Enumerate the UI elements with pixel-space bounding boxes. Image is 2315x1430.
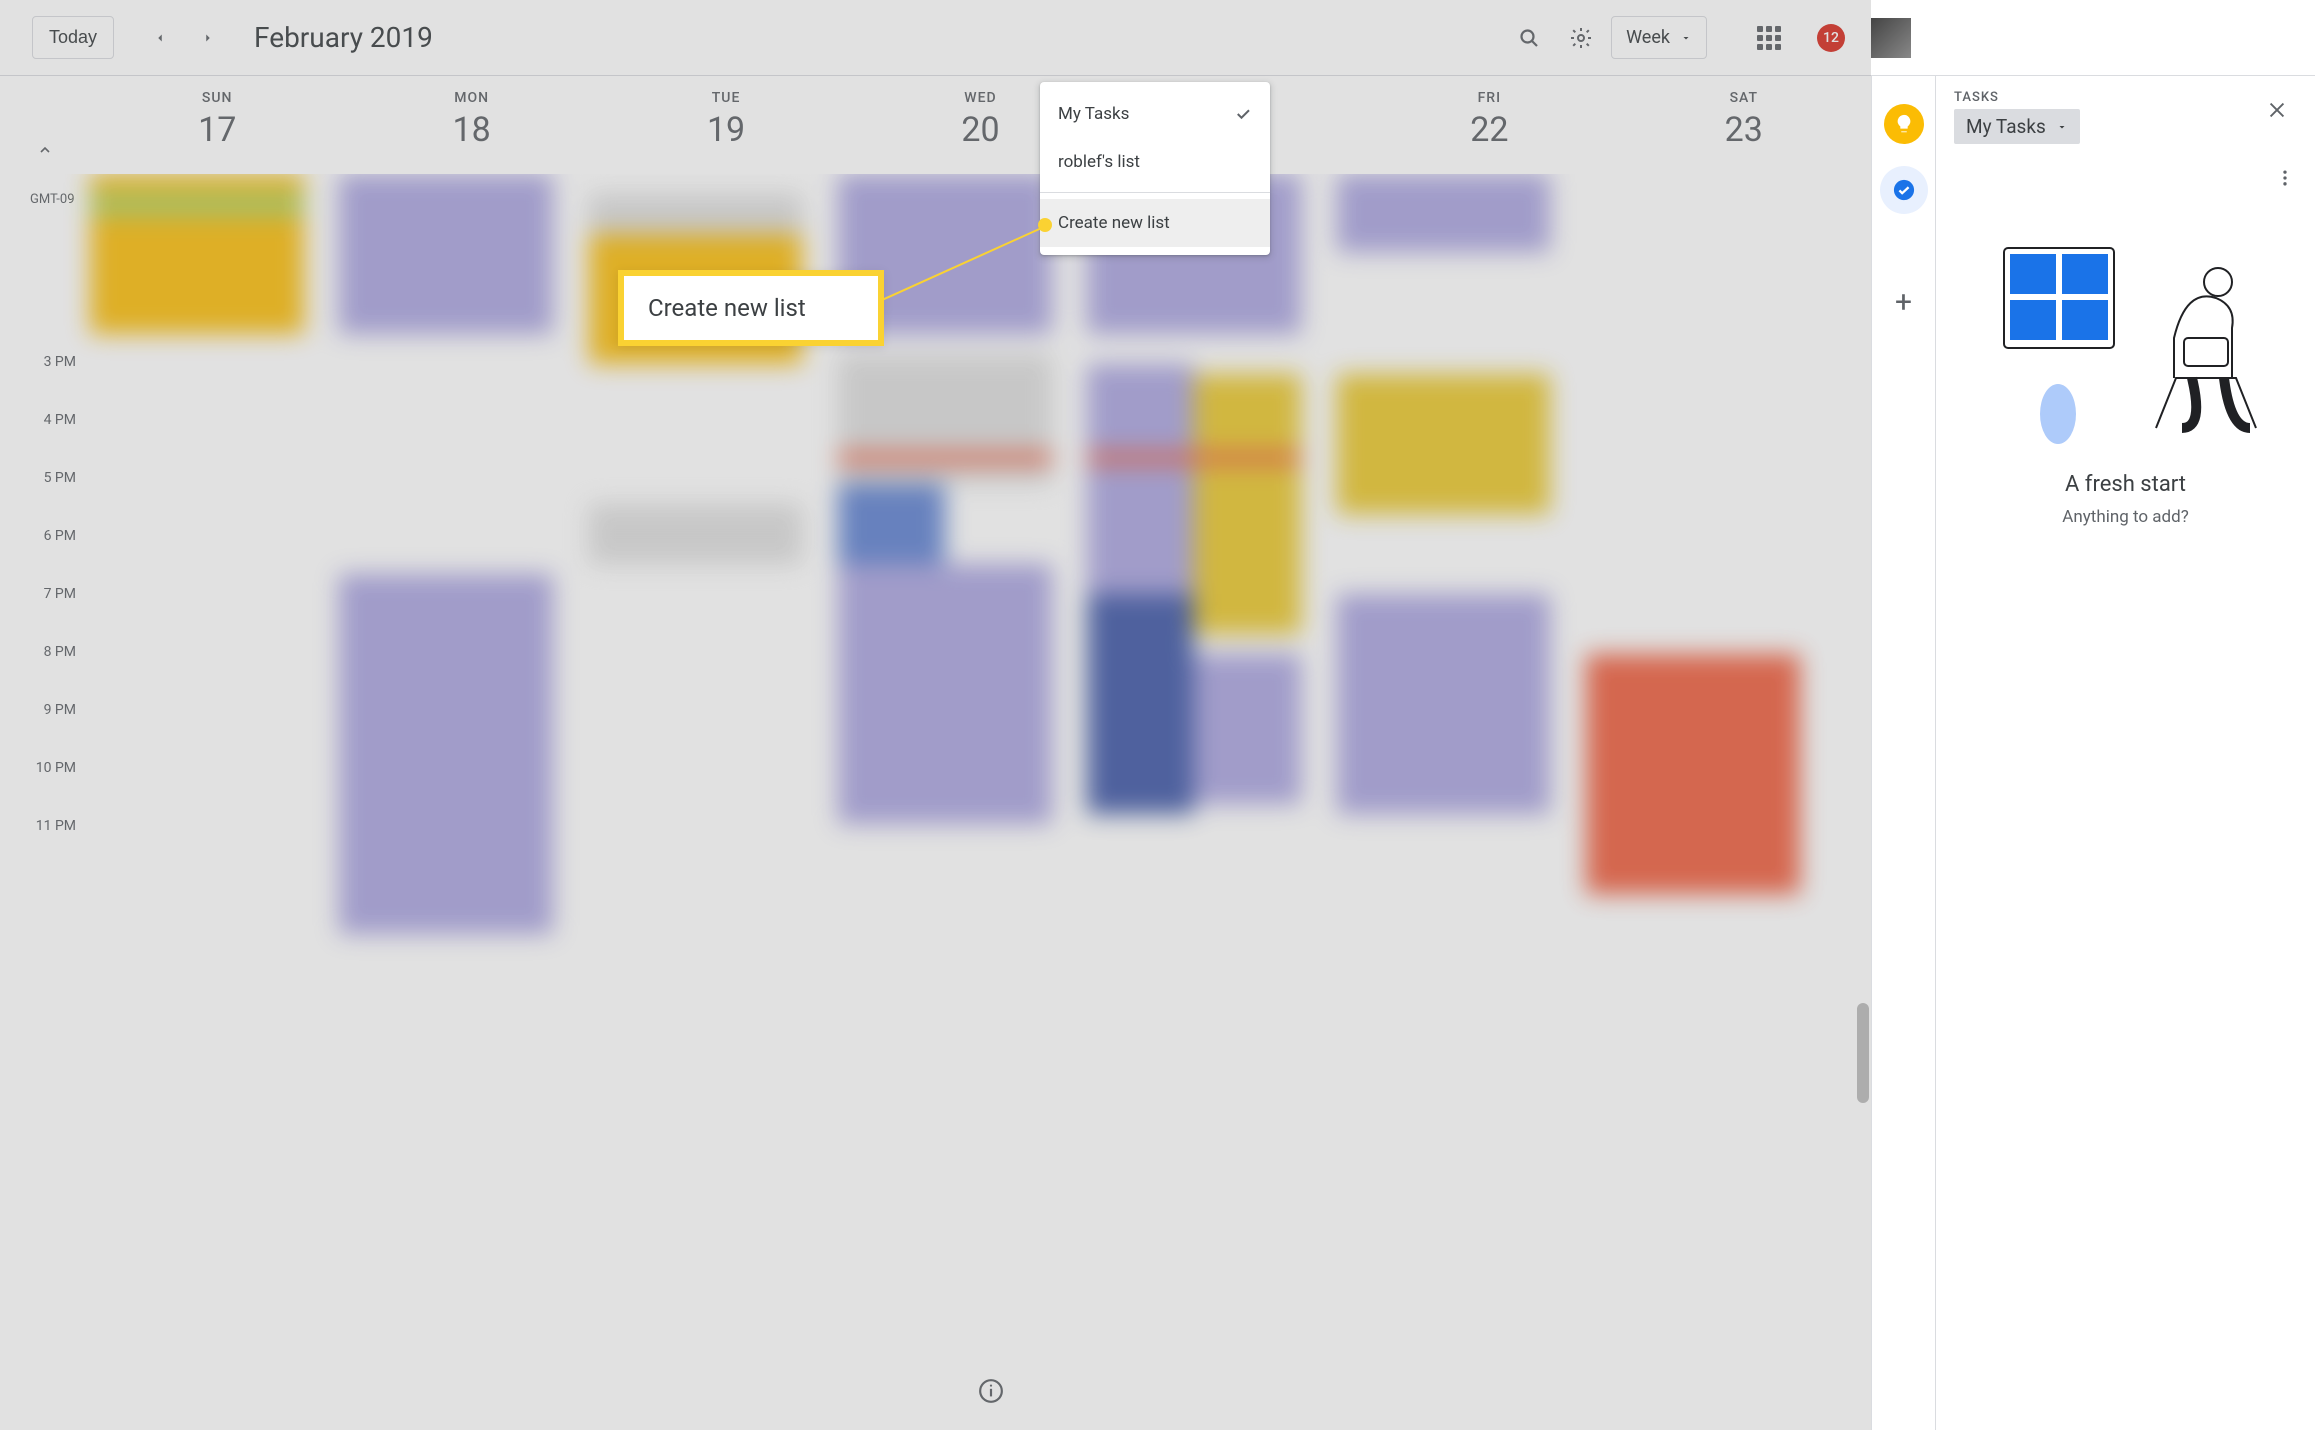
search-button[interactable] (1507, 16, 1551, 60)
hour-label: 11 PM (0, 818, 90, 834)
day-header: SUN17MON18TUE19WED20THU21FRI22SAT23 (0, 76, 1871, 174)
hour-label: 6 PM (0, 528, 90, 544)
annotation-dot (1038, 218, 1052, 232)
gear-icon (1569, 26, 1593, 50)
create-new-list-label: Create new list (1058, 213, 1170, 233)
caret-down-icon (1680, 32, 1692, 44)
chevron-left-icon (153, 31, 167, 45)
google-apps-button[interactable] (1747, 16, 1791, 60)
task-list-option-roblef[interactable]: roblef's list (1040, 138, 1270, 186)
tasks-empty-title: A fresh start (1936, 472, 2315, 497)
day-column-header[interactable]: FRI 22 (1362, 76, 1616, 174)
today-button[interactable]: Today (32, 16, 114, 59)
tasks-panel-label: TASKS (1954, 90, 2257, 105)
keep-app-button[interactable] (1884, 104, 1924, 144)
notifications-badge[interactable]: 12 (1817, 24, 1845, 52)
tasks-empty-subtitle: Anything to add? (1936, 507, 2315, 527)
close-tasks-button[interactable] (2257, 90, 2297, 130)
add-app-button[interactable]: + (1884, 282, 1924, 322)
tasks-more-button[interactable] (2267, 160, 2303, 196)
avatar[interactable] (1871, 18, 1911, 58)
task-list-option-mytasks[interactable]: My Tasks (1040, 90, 1270, 138)
close-icon (2266, 99, 2288, 121)
prev-week-button[interactable] (138, 16, 182, 60)
next-week-button[interactable] (186, 16, 230, 60)
collapse-allday-button[interactable] (23, 128, 67, 172)
plus-icon: + (1895, 285, 1912, 320)
tasks-selected-list: My Tasks (1966, 115, 2046, 138)
apps-grid-icon (1757, 26, 1781, 50)
day-number: 22 (1362, 110, 1616, 150)
day-of-week-label: SAT (1617, 90, 1871, 106)
day-number: 23 (1617, 110, 1871, 150)
tasks-list-dropdown[interactable]: My Tasks (1954, 109, 2080, 144)
search-icon (1517, 26, 1541, 50)
info-button[interactable] (974, 1374, 1008, 1408)
view-select-label: Week (1626, 27, 1670, 48)
timezone-label: GMT-09 (30, 192, 75, 207)
task-list-option-label: My Tasks (1058, 104, 1129, 124)
hour-label: 5 PM (0, 470, 90, 486)
settings-button[interactable] (1559, 16, 1603, 60)
tasks-empty-illustration (1986, 228, 2266, 448)
day-column-header[interactable]: SAT 23 (1617, 76, 1871, 174)
hour-label: 7 PM (0, 586, 90, 602)
day-column-header[interactable]: MON 18 (344, 76, 598, 174)
create-new-list-option[interactable]: Create new list (1040, 199, 1270, 247)
day-of-week-label: SUN (90, 90, 344, 106)
day-number: 18 (344, 110, 598, 150)
tasks-app-button[interactable] (1884, 170, 1924, 210)
day-number: 17 (90, 110, 344, 150)
dropdown-separator (1040, 192, 1270, 193)
day-column-header[interactable]: TUE 19 (599, 76, 853, 174)
tasks-icon (1893, 179, 1915, 201)
hour-label: 3 PM (0, 354, 90, 370)
hour-label: 8 PM (0, 644, 90, 660)
page-title: February 2019 (254, 21, 433, 54)
task-list-option-label: roblef's list (1058, 152, 1140, 172)
time-grid[interactable]: GMT-09 3 PM 4 PM 5 PM 6 PM 7 PM 8 PM 9 PM 10 PM… (0, 174, 1871, 1430)
day-of-week-label: TUE (599, 90, 853, 106)
chevron-right-icon (201, 31, 215, 45)
lightbulb-icon (1893, 113, 1915, 135)
day-of-week-label: FRI (1362, 90, 1616, 106)
day-column-header[interactable]: SUN 17 (90, 76, 344, 174)
blurred-events (90, 174, 1871, 1430)
hour-label: 4 PM (0, 412, 90, 428)
annotation-callout: Create new list (618, 270, 884, 346)
chevron-up-icon (37, 142, 53, 158)
day-number: 19 (599, 110, 853, 150)
scrollbar[interactable] (1857, 1003, 1869, 1103)
info-icon (978, 1378, 1004, 1404)
hour-label: 10 PM (0, 760, 90, 776)
view-select[interactable]: Week (1611, 16, 1707, 59)
checkmark-icon (1234, 105, 1252, 123)
day-of-week-label: MON (344, 90, 598, 106)
caret-down-icon (2056, 121, 2068, 133)
more-vertical-icon (2275, 168, 2295, 188)
hour-label: 9 PM (0, 702, 90, 718)
task-lists-dropdown-menu: My Tasks roblef's list Create new list (1040, 82, 1270, 255)
